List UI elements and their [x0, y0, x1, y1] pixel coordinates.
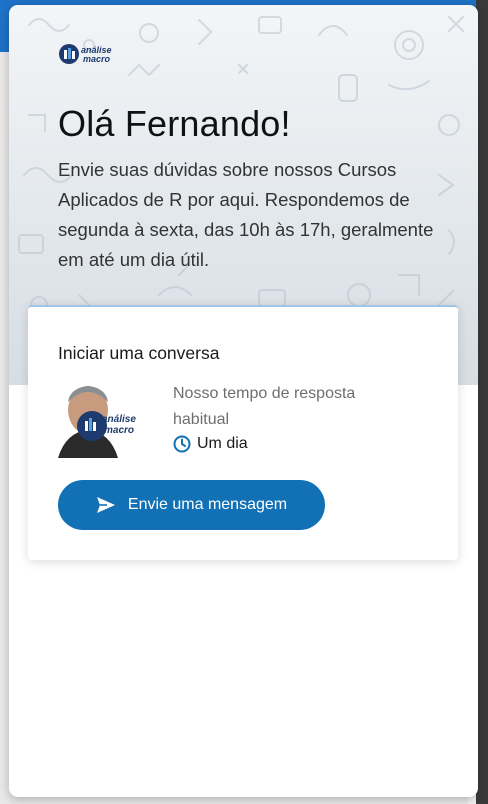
paper-plane-icon [96, 497, 115, 513]
logo-text-line2: macro [83, 54, 111, 64]
response-time: Um dia [173, 435, 248, 453]
messenger-window: análise macro Olá Fernando! Envie suas d… [9, 5, 478, 797]
send-message-label: Envie uma mensagem [127, 496, 288, 513]
clock-icon [173, 435, 191, 453]
greeting-title: Olá Fernando! [58, 103, 291, 144]
card-title: Iniciar uma conversa [58, 343, 220, 363]
response-time-label: Nosso tempo de resposta habitual [173, 385, 356, 428]
intro-text: Envie suas dúvidas sobre nossos Cursos A… [58, 159, 434, 270]
response-time-value: Um dia [197, 435, 248, 452]
avatar-logo-text-line2: macro [104, 425, 134, 436]
team-avatar: análise macro [58, 380, 140, 458]
send-message-button[interactable]: Envie uma mensagem [58, 480, 325, 530]
analise-macro-logo: análise macro [59, 44, 112, 64]
start-conversation-card: Iniciar uma conversa análise macro Nosso… [28, 305, 458, 560]
avatar-logo-text-line1: análise [102, 414, 136, 425]
